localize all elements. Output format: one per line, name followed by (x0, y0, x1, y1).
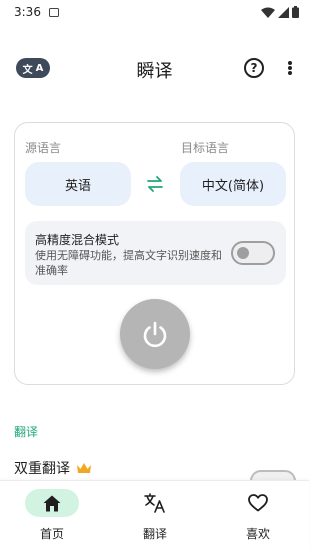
target-language-label: 目标语言 (181, 141, 230, 155)
dual-translation-setting[interactable]: 双重翻译 (14, 458, 92, 478)
nav-favorites-label: 喜欢 (245, 527, 270, 541)
app-bar: 文 A 瞬译 ? (0, 48, 309, 90)
more-options-icon[interactable] (285, 58, 295, 78)
screen: 3:36 文 A 瞬译 ? 源语言 目标语言 英语 中文(简体) 高精度混合模式… (0, 0, 309, 550)
nav-favorites-indicator (231, 489, 285, 517)
source-language-label: 源语言 (25, 141, 62, 155)
gallery-notification-icon (48, 7, 59, 17)
nav-home-indicator (25, 489, 79, 517)
translate-section-header: 翻译 (14, 425, 39, 439)
translate-icon (144, 493, 165, 513)
home-icon (43, 495, 61, 511)
nav-favorites[interactable]: 喜欢 (218, 489, 298, 542)
nav-home-label: 首页 (39, 527, 64, 541)
swap-languages-icon[interactable] (145, 175, 165, 193)
heart-icon (248, 494, 268, 512)
nav-home[interactable]: 首页 (12, 489, 92, 542)
help-icon[interactable]: ? (244, 58, 264, 78)
nav-translate-indicator (128, 489, 182, 517)
toggle-knob (237, 247, 249, 259)
status-bar: 3:36 (0, 0, 309, 24)
high-precision-mode-toggle[interactable] (231, 241, 275, 265)
target-language-button[interactable]: 中文(简体) (180, 162, 286, 206)
signal-icon (278, 6, 289, 18)
bottom-navigation: 首页 翻译 喜欢 (0, 480, 309, 550)
dual-translation-label: 双重翻译 (14, 461, 70, 477)
mode-description: 使用无障碍功能，提高文字识别速度和准确率 (35, 249, 222, 277)
translator-card: 源语言 目标语言 英语 中文(简体) 高精度混合模式 使用无障碍功能，提高文字识… (14, 122, 295, 385)
source-language-button[interactable]: 英语 (25, 162, 131, 206)
wifi-icon (261, 7, 275, 18)
battery-icon (292, 6, 299, 18)
mode-title: 高精度混合模式 (35, 233, 120, 247)
high-precision-mode-panel: 高精度混合模式 使用无障碍功能，提高文字识别速度和准确率 (25, 221, 286, 285)
power-button[interactable] (120, 299, 190, 369)
status-time: 3:36 (14, 5, 41, 19)
nav-translate[interactable]: 翻译 (115, 489, 195, 542)
power-icon (143, 321, 167, 348)
crown-icon (77, 463, 91, 473)
nav-translate-label: 翻译 (142, 527, 167, 541)
status-icons (261, 6, 299, 18)
